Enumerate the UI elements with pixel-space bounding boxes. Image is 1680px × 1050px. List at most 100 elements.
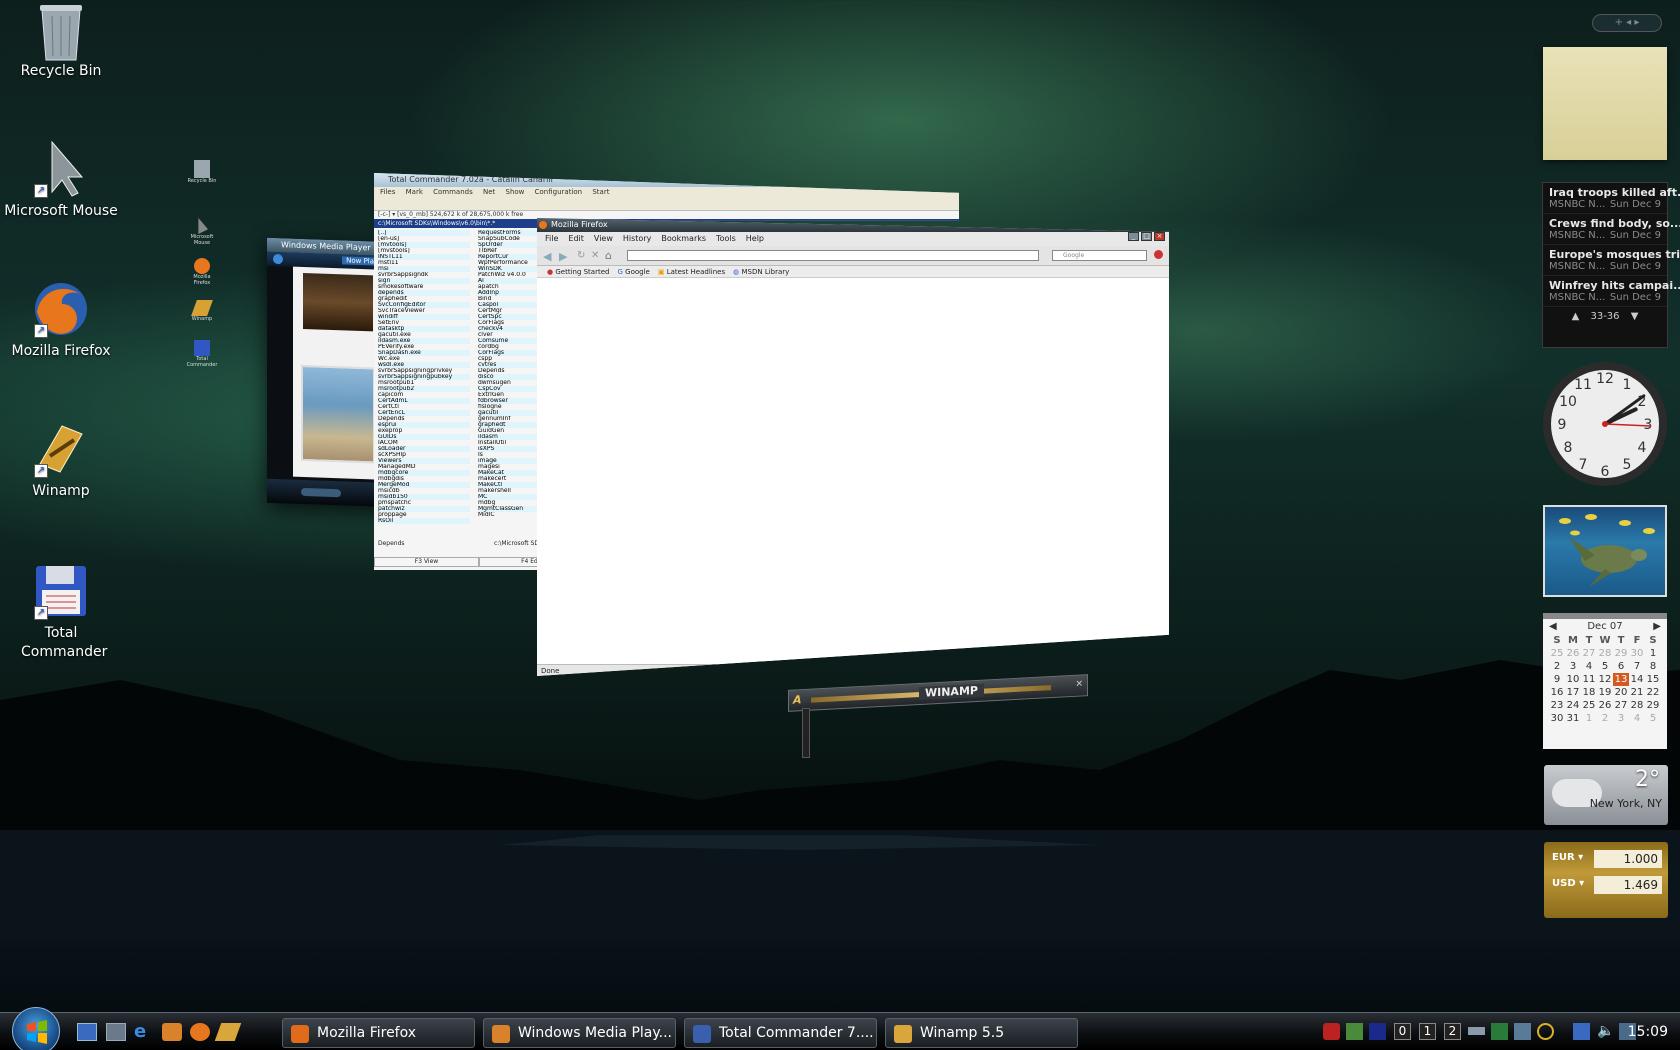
firefox-quicklaunch-icon[interactable]: [190, 1023, 210, 1041]
news-item[interactable]: Europe's mosques tri... MSNBC N... Sun De…: [1543, 245, 1680, 276]
previous-month-icon[interactable]: ◀: [1549, 621, 1557, 632]
reload-icon[interactable]: ↻: [577, 250, 585, 261]
stop-icon[interactable]: ✕: [591, 250, 599, 261]
calendar-day[interactable]: 18: [1581, 686, 1597, 699]
slideshow-gadget[interactable]: [1543, 505, 1667, 597]
menu-mark[interactable]: Mark: [406, 188, 423, 196]
back-icon[interactable]: ◀: [543, 250, 551, 263]
calendar-day[interactable]: 3: [1613, 712, 1629, 725]
calendar-day[interactable]: 21: [1629, 686, 1645, 699]
calendar-day[interactable]: 12: [1597, 673, 1613, 686]
currency-value-eur[interactable]: 1.000: [1594, 850, 1662, 868]
calendar-day[interactable]: 16: [1549, 686, 1565, 699]
taskbar-button-winamp[interactable]: Winamp 5.5: [885, 1018, 1078, 1048]
taskbar-clock[interactable]: 15:09: [1628, 1024, 1668, 1040]
menu-view[interactable]: View: [594, 232, 613, 246]
taskbar-button-windows-media-player[interactable]: Windows Media Play...: [483, 1018, 676, 1048]
wireless-icon[interactable]: [1537, 1023, 1554, 1040]
virtual-desktop-2-button[interactable]: 2: [1444, 1023, 1461, 1040]
photo-thumbnail[interactable]: [301, 364, 375, 464]
f3-view-button[interactable]: F3 View: [374, 557, 479, 567]
calendar-day[interactable]: 25: [1581, 699, 1597, 712]
file-list-item[interactable]: RsOil: [378, 518, 470, 524]
calendar-day[interactable]: 29: [1645, 699, 1661, 712]
minimize-button[interactable]: _: [1128, 232, 1139, 241]
calendar-day[interactable]: 9: [1549, 673, 1565, 686]
calendar-day[interactable]: 19: [1597, 686, 1613, 699]
calendar-day[interactable]: 2: [1549, 660, 1565, 673]
security-shield-icon[interactable]: [1323, 1023, 1340, 1040]
start-button[interactable]: [12, 1007, 60, 1050]
media-player-icon[interactable]: [162, 1023, 182, 1041]
calendar-day[interactable]: 4: [1581, 660, 1597, 673]
calendar-day[interactable]: 31: [1565, 712, 1581, 725]
menu-history[interactable]: History: [623, 232, 651, 246]
calendar-day[interactable]: 26: [1565, 647, 1581, 660]
news-item[interactable]: Winfrey hits campai... MSNBC N... Sun Dec…: [1543, 276, 1680, 307]
calendar-day[interactable]: 30: [1549, 712, 1565, 725]
calendar-day[interactable]: 14: [1629, 673, 1645, 686]
desktop-icon-winamp[interactable]: ↗ Winamp: [0, 420, 122, 501]
calendar-day[interactable]: 1: [1581, 712, 1597, 725]
calendar-day[interactable]: 4: [1629, 712, 1645, 725]
desktop-icon-mozilla-firefox[interactable]: ↗ Mozilla Firefox: [0, 280, 122, 361]
window-mozilla-firefox[interactable]: Mozilla Firefox _ □ × File Edit View Histo…: [537, 218, 1169, 676]
next-month-icon[interactable]: ▶: [1653, 621, 1661, 632]
calendar-day[interactable]: 22: [1645, 686, 1661, 699]
address-bar[interactable]: [627, 250, 1039, 261]
bookmark-msdn-library[interactable]: ◍ MSDN Library: [733, 266, 789, 277]
sticky-note-gadget[interactable]: [1543, 47, 1667, 160]
winamp-quicklaunch-icon[interactable]: [214, 1023, 242, 1041]
calendar-day[interactable]: 15: [1645, 673, 1661, 686]
internet-explorer-icon[interactable]: e: [134, 1023, 154, 1041]
seek-bar[interactable]: [301, 487, 341, 498]
calendar-day[interactable]: 20: [1613, 686, 1629, 699]
weather-gadget[interactable]: 2° New York, NY: [1544, 765, 1668, 825]
currency-code-usd[interactable]: USD ▾: [1552, 878, 1584, 889]
back-icon[interactable]: [273, 253, 283, 265]
calendar-day[interactable]: 23: [1549, 699, 1565, 712]
show-desktop-icon[interactable]: [77, 1023, 97, 1041]
device-icon[interactable]: [1514, 1023, 1531, 1040]
menu-file[interactable]: File: [545, 232, 558, 246]
menu-edit[interactable]: Edit: [568, 232, 584, 246]
window-winamp[interactable]: A WINAMP ✕: [788, 674, 1088, 758]
calendar-day[interactable]: 28: [1629, 699, 1645, 712]
bookmark-latest-headlines[interactable]: ▣ Latest Headlines: [658, 266, 725, 277]
taskbar-button-firefox[interactable]: Mozilla Firefox: [282, 1018, 475, 1048]
calendar-day[interactable]: 30: [1629, 647, 1645, 660]
calendar-day[interactable]: 17: [1565, 686, 1581, 699]
menu-net[interactable]: Net: [483, 188, 495, 196]
desktop-icon-microsoft-mouse[interactable]: ↗ Microsoft Mouse: [0, 140, 122, 221]
calendar-day[interactable]: 6: [1613, 660, 1629, 673]
add-gadget-button[interactable]: + ◂ ▸: [1592, 14, 1662, 32]
photo-thumbnail[interactable]: [303, 272, 373, 332]
menu-commands[interactable]: Commands: [433, 188, 473, 196]
previous-arrow-icon[interactable]: ▲: [1572, 311, 1580, 322]
calendar-day[interactable]: 27: [1581, 647, 1597, 660]
menu-configuration[interactable]: Configuration: [535, 188, 582, 196]
calendar-day[interactable]: 2: [1597, 712, 1613, 725]
calendar-day[interactable]: 27: [1613, 699, 1629, 712]
menu-files[interactable]: Files: [380, 188, 395, 196]
menu-bookmarks[interactable]: Bookmarks: [661, 232, 706, 246]
calendar-day[interactable]: 26: [1597, 699, 1613, 712]
bookmark-getting-started[interactable]: ● Getting Started: [547, 266, 609, 277]
news-item[interactable]: Crews find body, so... MSNBC N... Sun Dec…: [1543, 214, 1680, 245]
currency-code-eur[interactable]: EUR ▾: [1552, 852, 1583, 863]
calendar-day[interactable]: 5: [1597, 660, 1613, 673]
menu-show[interactable]: Show: [506, 188, 525, 196]
calendar-day[interactable]: 1: [1645, 647, 1661, 660]
close-button[interactable]: ×: [1154, 232, 1165, 241]
menu-tools[interactable]: Tools: [716, 232, 736, 246]
calendar-today[interactable]: 13: [1613, 673, 1629, 686]
calendar-day[interactable]: 28: [1597, 647, 1613, 660]
search-input[interactable]: Google: [1052, 250, 1147, 261]
bookmark-google[interactable]: G Google: [617, 266, 649, 277]
menu-start[interactable]: Start: [592, 188, 609, 196]
taskbar-button-total-commander[interactable]: Total Commander 7....: [684, 1018, 877, 1048]
monitor-icon[interactable]: [1369, 1023, 1386, 1040]
volume-icon[interactable]: 🔈: [1597, 1023, 1614, 1040]
network-share-icon[interactable]: [1346, 1023, 1363, 1040]
maximize-button[interactable]: □: [1141, 232, 1152, 241]
